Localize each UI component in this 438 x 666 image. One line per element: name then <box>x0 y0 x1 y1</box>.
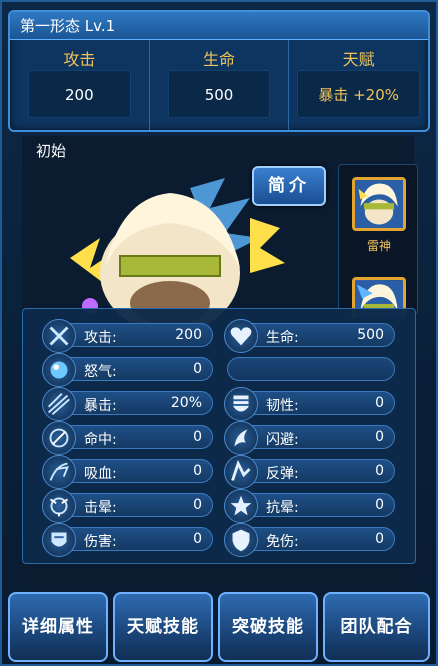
slash-icon <box>42 387 76 421</box>
summary-talent-label: 天赋 <box>342 50 375 69</box>
attr-crit: 暴击: 20% <box>42 387 213 421</box>
summary-hp-value: 500 <box>167 70 271 118</box>
crossed-swords-icon <box>42 319 76 353</box>
tab-team-synergy[interactable]: 团队配合 <box>323 592 430 662</box>
attributes-panel: 攻击: 200 生命: 500 怒气: 0 暴击: 20% 韧性: 0 命中: … <box>22 308 416 564</box>
summary-attack: 攻击 200 <box>10 40 150 130</box>
form-title: 第一形态 Lv.1 <box>10 12 428 40</box>
armor-icon <box>224 387 258 421</box>
summary-hp-label: 生命 <box>203 50 236 69</box>
tab-talent-skills[interactable]: 天赋技能 <box>113 592 213 662</box>
summary-talent-value: 暴击 +20% <box>297 70 421 118</box>
attr-empty-slot <box>227 357 395 381</box>
orb-icon <box>42 353 76 387</box>
attr-immunity: 免伤: 0 <box>224 523 395 557</box>
attr-damage: 伤害: 0 <box>42 523 213 557</box>
summary-hp: 生命 500 <box>150 40 290 130</box>
stage-label: 初始 <box>36 142 67 160</box>
attr-attack: 攻击: 200 <box>42 319 213 353</box>
lifesteal-icon <box>42 455 76 489</box>
form-portrait-1[interactable] <box>352 177 406 231</box>
intro-button[interactable]: 简介 <box>252 166 326 206</box>
attr-hit: 命中: 0 <box>42 421 213 455</box>
attr-stun: 击晕: 0 <box>42 489 213 523</box>
heart-icon <box>224 319 258 353</box>
attr-lifesteal: 吸血: 0 <box>42 455 213 489</box>
attr-hp: 生命: 500 <box>224 319 395 353</box>
form-portrait-1-name: 雷神 <box>366 239 391 253</box>
summary-talent: 天赋 暴击 +20% <box>289 40 428 130</box>
target-icon <box>42 421 76 455</box>
form-list: 雷神 <box>338 164 418 319</box>
attr-reflect: 反弹: 0 <box>224 455 395 489</box>
dodge-icon <box>224 421 258 455</box>
summary-attack-value: 200 <box>28 70 131 118</box>
summary-attack-label: 攻击 <box>63 50 96 69</box>
damage-icon <box>42 523 76 557</box>
shield-icon <box>224 523 258 557</box>
attr-dodge: 闪避: 0 <box>224 421 395 455</box>
attr-rage: 怒气: 0 <box>42 353 213 387</box>
form-summary-panel: 第一形态 Lv.1 攻击 200 生命 500 天赋 暴击 +20% <box>8 10 430 132</box>
stun-icon <box>42 489 76 523</box>
attr-stun-resist: 抗晕: 0 <box>224 489 395 523</box>
tab-detailed-attributes[interactable]: 详细属性 <box>8 592 108 662</box>
attr-toughness: 韧性: 0 <box>224 387 395 421</box>
tab-breakthrough-skills[interactable]: 突破技能 <box>218 592 318 662</box>
stun-resist-icon <box>224 489 258 523</box>
reflect-icon <box>224 455 258 489</box>
